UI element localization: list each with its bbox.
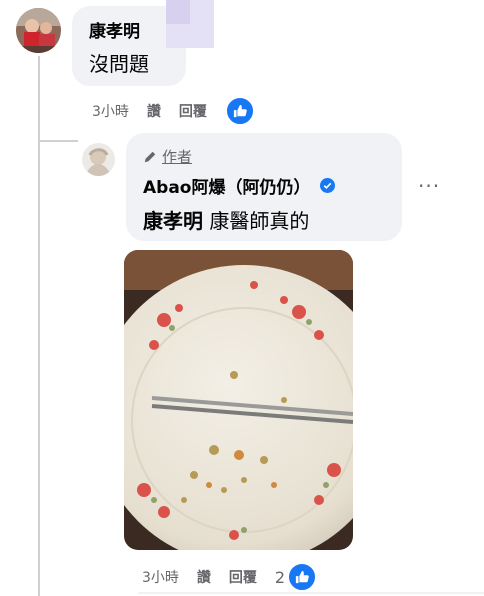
reply-author-name[interactable]: Abao阿爆（阿仍仍） xyxy=(143,178,310,198)
reaction-count[interactable]: 2 xyxy=(275,568,285,587)
commenter-avatar[interactable] xyxy=(16,8,61,53)
reply-text-line: 康孝明 康醫師真的 xyxy=(143,205,309,234)
comment-text: 沒問題 xyxy=(89,52,149,76)
more-options-icon[interactable]: ··· xyxy=(418,174,440,198)
thread-line-branch xyxy=(38,140,78,142)
reply-text: 康醫師真的 xyxy=(203,209,310,233)
reply-photo[interactable] xyxy=(124,250,353,550)
reply-author-line: Abao阿爆（阿仍仍） xyxy=(143,173,336,198)
selection-highlight-inner xyxy=(166,0,190,24)
thread-line-vertical xyxy=(38,56,40,596)
pencil-icon xyxy=(144,151,156,162)
comment-like-button[interactable]: 讚 xyxy=(147,101,161,121)
comment-author-name[interactable]: 康孝明 xyxy=(89,17,140,42)
author-avatar[interactable] xyxy=(82,143,115,176)
like-reaction-icon[interactable] xyxy=(287,562,318,592)
reply-bubble: 作者 Abao阿爆（阿仍仍） 康孝明 康醫師真的 xyxy=(126,133,402,241)
reply-mention[interactable]: 康孝明 xyxy=(143,209,203,233)
verified-badge-icon xyxy=(320,178,336,198)
reply-time[interactable]: 3小時 xyxy=(142,567,179,587)
like-reaction-icon[interactable] xyxy=(224,96,255,126)
comment-time[interactable]: 3小時 xyxy=(92,101,129,121)
comment-reply-button[interactable]: 回覆 xyxy=(179,101,207,121)
reply-meta: 3小時 讚 回覆 2 xyxy=(142,562,318,592)
comment-meta: 3小時 讚 回覆 xyxy=(92,96,255,126)
reply-reply-button[interactable]: 回覆 xyxy=(229,567,257,587)
reply-like-button[interactable]: 讚 xyxy=(197,567,211,587)
author-badge-label: 作者 xyxy=(162,148,193,166)
author-badge: 作者 xyxy=(143,146,192,167)
bottom-divider xyxy=(138,592,484,594)
